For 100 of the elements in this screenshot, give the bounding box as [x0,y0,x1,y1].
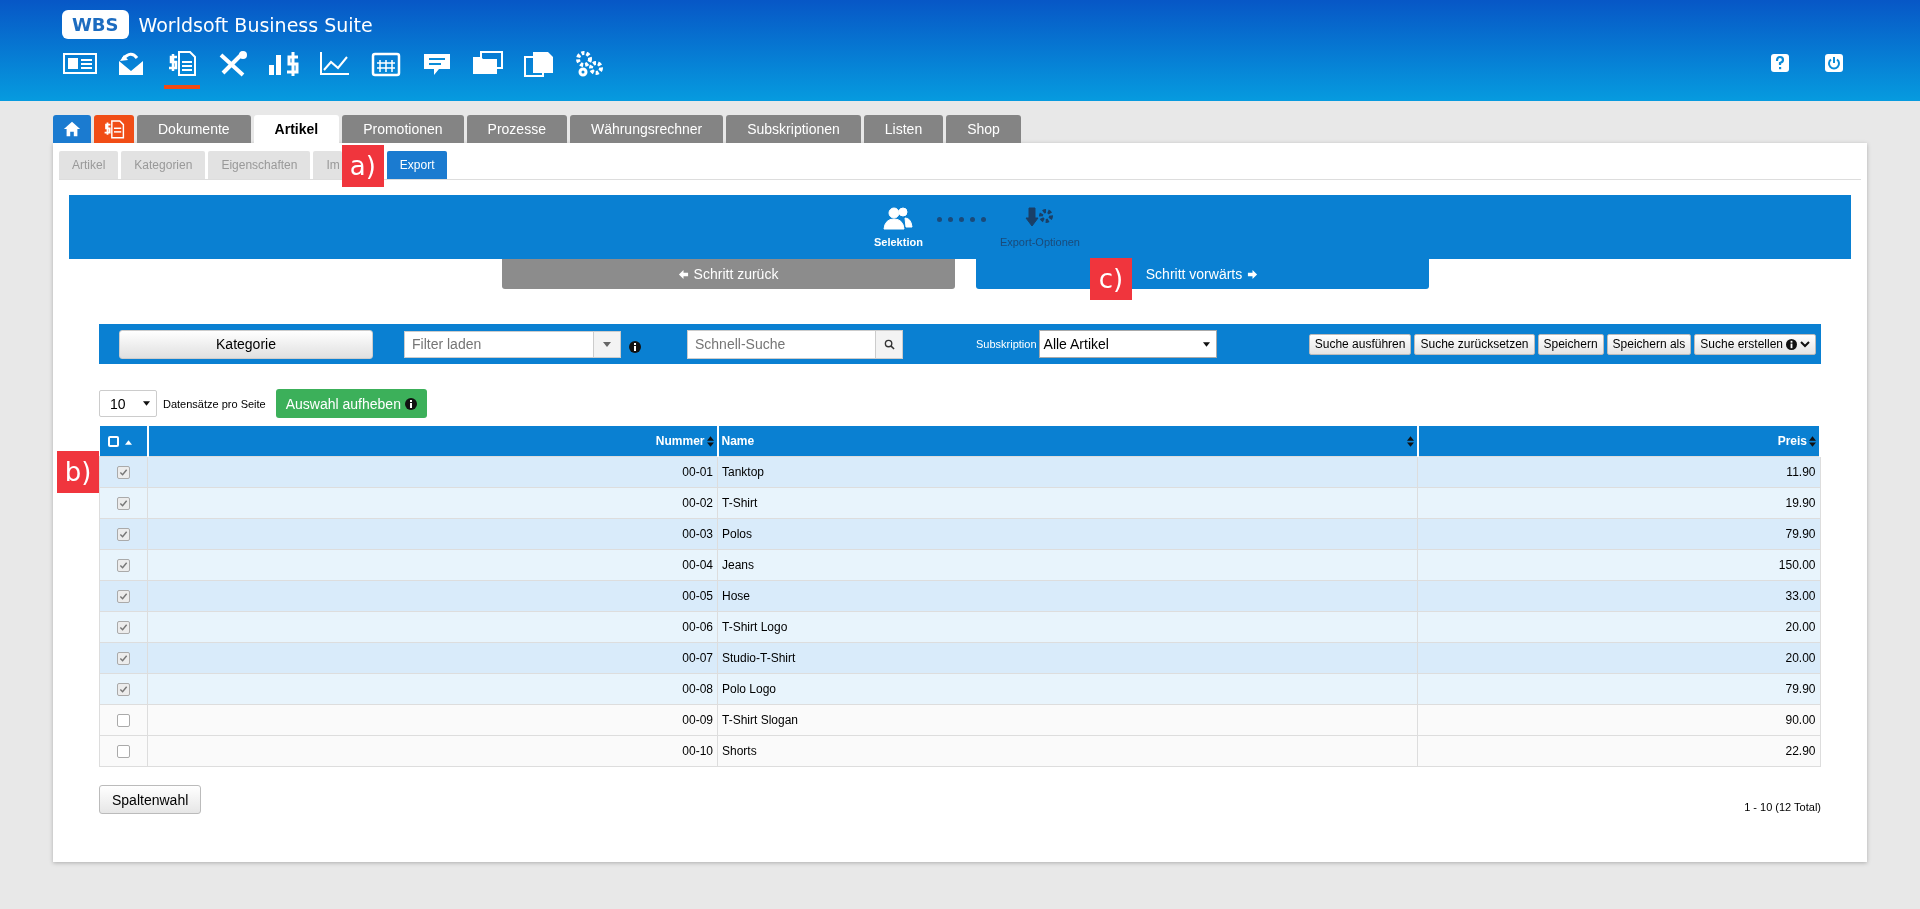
people-icon [883,206,914,230]
row-checkbox[interactable] [117,497,130,511]
table-cell: 19.90 [1417,487,1820,519]
row-checkbox[interactable] [117,528,130,542]
chevron-down-icon [1800,340,1810,348]
table-cell: 33.00 [1417,580,1820,612]
table-cell: 00-08 [147,673,718,705]
annotation-label: a) [341,145,384,187]
table-cell: T-Shirt Logo [717,611,1418,643]
power-icon[interactable] [1824,53,1844,73]
subtab[interactable]: Eigenschaften [208,151,311,179]
arrow-left-icon [677,268,689,280]
articles-tab[interactable] [94,115,134,143]
tab[interactable]: Promotionen [342,115,464,143]
page-size-label: Datensätze pro Seite [163,397,266,410]
check-icon [119,468,128,478]
price-doc-icon[interactable] [164,49,200,89]
check-icon [119,654,128,664]
deselect-button[interactable]: Auswahl aufheben [275,389,427,418]
arrow-right-icon [1247,268,1259,280]
row-checkbox[interactable] [117,714,130,728]
caret-icon [603,341,611,347]
table-cell: Jeans [717,549,1418,581]
subscription-select[interactable]: Alle Artikel [1038,330,1217,358]
row-checkbox[interactable] [117,745,130,759]
table-cell: 79.90 [1417,673,1820,705]
app-title: Worldsoft Business Suite [138,13,373,36]
subtab[interactable]: Export [386,151,448,179]
table-cell: 00-06 [147,611,718,643]
table-cell: 20.00 [1417,611,1820,643]
step-dots [936,216,986,222]
tab[interactable]: Artikel [253,115,340,143]
caret-icon [143,401,150,406]
subtab[interactable]: Im [313,151,342,179]
table-cell: Tanktop [717,456,1418,488]
quick-search-input[interactable]: Schnell-Suche [688,330,875,358]
sort-icon [706,435,714,447]
home-tab[interactable] [53,115,91,143]
check-icon [119,685,128,695]
annotation-label: c) [1090,258,1132,300]
table-cell: Hose [717,580,1418,612]
row-checkbox[interactable] [117,590,130,604]
row-checkbox[interactable] [117,559,130,573]
help-icon[interactable] [1770,53,1790,73]
search-action-button[interactable]: Speichern [1537,333,1604,355]
tab[interactable]: Subskriptionen [726,115,861,143]
column-header[interactable]: Preis [1417,426,1820,457]
check-icon [119,561,128,571]
table-cell: 00-10 [147,735,718,767]
search-button[interactable] [875,330,902,358]
category-button[interactable]: Kategorie [119,329,373,359]
table-cell: Studio-T-Shirt [717,642,1418,674]
table-cell: 79.90 [1417,518,1820,550]
row-checkbox[interactable] [117,466,130,480]
wizard-step[interactable]: Selektion [874,206,923,248]
step-back-button[interactable]: Schritt zurück [501,259,955,289]
table-cell: 00-04 [147,549,718,581]
search-action-button[interactable]: Speichern als [1606,333,1692,355]
table-cell: 00-03 [147,518,718,550]
check-icon [119,592,128,602]
filter-input[interactable]: Filter laden [405,331,593,357]
table-cell: 150.00 [1417,549,1820,581]
table-cell: 00-09 [147,704,718,736]
pagination-info: 1 - 10 (12 Total) [1744,800,1821,813]
logo[interactable]: WBS [62,10,129,39]
tab[interactable]: Listen [863,115,944,143]
quick-search-field[interactable]: Schnell-Suche [687,329,903,359]
column-header[interactable]: Name [717,426,1418,457]
check-icon [119,623,128,633]
sort-icon [1809,435,1816,447]
select-all-header[interactable] [99,426,148,457]
row-checkbox[interactable] [117,621,130,635]
table-cell: Shorts [717,735,1418,767]
dropdown-button[interactable] [593,331,620,357]
filter-select[interactable]: Filter laden [404,330,621,358]
subtab[interactable]: Kategorien [121,151,206,179]
table-cell: 11.90 [1417,456,1820,488]
tab[interactable]: Dokumente [137,115,251,143]
create-search-button[interactable]: Suche erstellen [1694,333,1816,355]
search-icon [883,338,895,350]
page-size-select[interactable]: 10 [99,390,157,417]
tab[interactable]: Shop [946,115,1021,143]
row-checkbox[interactable] [117,652,130,666]
column-choice-button[interactable]: Spaltenwahl [99,785,202,814]
sort-icon [1406,435,1414,447]
info-icon[interactable] [629,341,641,353]
table-cell: 00-07 [147,642,718,674]
tab[interactable]: Prozesse [466,115,567,143]
table-cell: 20.00 [1417,642,1820,674]
tab[interactable]: Währungsrechner [569,115,724,143]
row-checkbox[interactable] [117,683,130,697]
search-action-button[interactable]: Suche zurücksetzen [1414,333,1535,355]
subtab[interactable]: Artikel [59,151,119,179]
sort-up-icon [124,440,132,445]
check-icon [119,499,128,509]
column-header[interactable]: Nummer [147,426,718,457]
table-cell: 00-05 [147,580,718,612]
search-action-button[interactable]: Suche ausführen [1308,333,1412,355]
wizard-step[interactable]: Export-Optionen [999,206,1080,248]
info-icon [1786,338,1797,350]
